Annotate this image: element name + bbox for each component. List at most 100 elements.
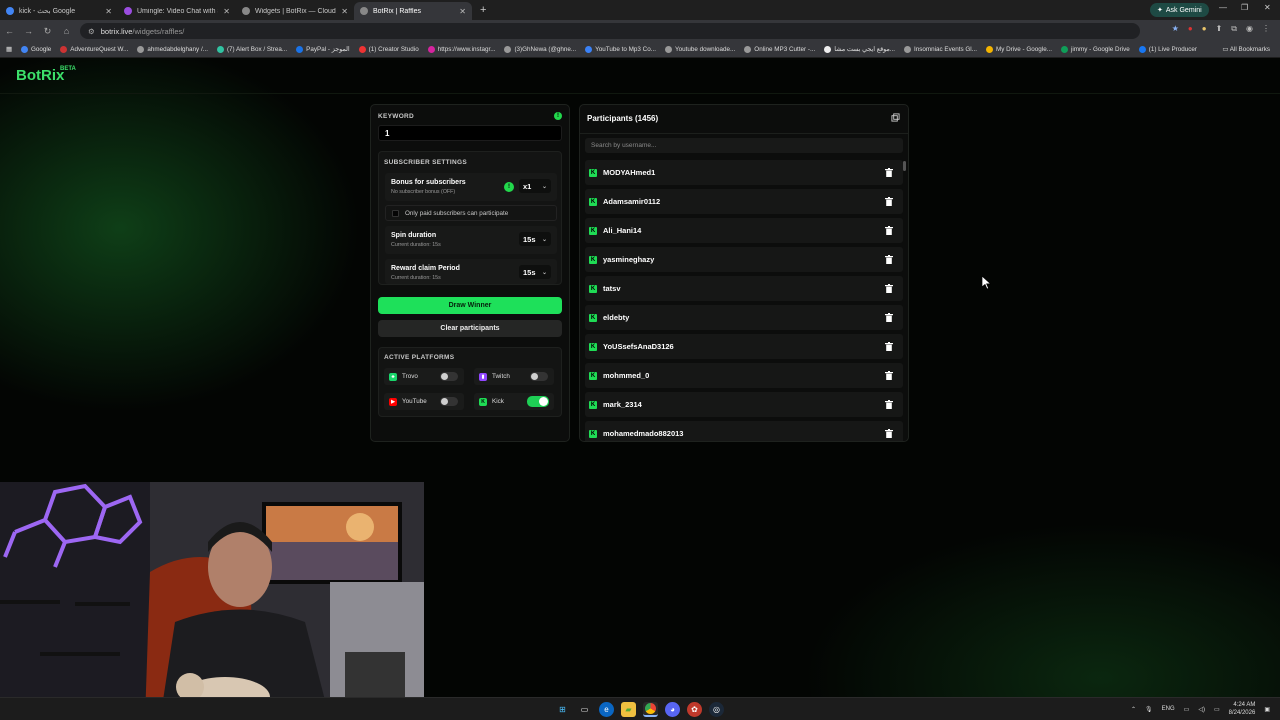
- keyword-input[interactable]: 1: [378, 125, 562, 141]
- youtube-toggle[interactable]: [440, 397, 458, 406]
- copy-icon[interactable]: [891, 113, 900, 122]
- trash-icon[interactable]: [885, 313, 893, 322]
- extension-icon[interactable]: ●: [1188, 24, 1193, 34]
- home-icon[interactable]: ⌂: [57, 26, 76, 36]
- minimize-icon[interactable]: —: [1219, 3, 1227, 12]
- info-icon[interactable]: !: [554, 112, 562, 120]
- active-platforms-label: ACTIVE PLATFORMS: [384, 354, 455, 361]
- bonus-multiplier-select[interactable]: x1 ⌄: [519, 179, 551, 193]
- bookmark-item[interactable]: Youtube downloade...: [664, 46, 735, 53]
- scrollbar-thumb[interactable]: [903, 161, 906, 171]
- bookmark-star-icon[interactable]: ★: [1172, 24, 1179, 34]
- bookmark-item[interactable]: Online MP3 Cutter -...: [744, 46, 815, 53]
- steam-icon[interactable]: ◎: [709, 702, 724, 717]
- browser-tab[interactable]: Widgets | BotRix — Cloud Strea ✕: [236, 2, 354, 20]
- trash-icon[interactable]: [885, 429, 893, 438]
- discord-icon[interactable]: ◕: [665, 702, 680, 717]
- participant-username: yasmineghazy: [603, 255, 655, 264]
- info-icon[interactable]: !: [504, 182, 514, 192]
- extensions-puzzle-icon[interactable]: ⧉: [1231, 24, 1237, 34]
- profile-avatar-icon[interactable]: ◉: [1246, 24, 1253, 34]
- participant-username: mohamedmado882013: [603, 429, 684, 438]
- trash-icon[interactable]: [885, 168, 893, 177]
- bookmark-item[interactable]: (7) Alert Box / Strea...: [216, 46, 287, 53]
- setting-subtitle: No subscriber bonus (OFF): [391, 189, 456, 195]
- bookmark-item[interactable]: YouTube to Mp3 Co...: [585, 46, 656, 53]
- checkbox-box[interactable]: [392, 209, 399, 217]
- battery-icon[interactable]: ▭: [1214, 706, 1220, 713]
- participant-search-input[interactable]: Search by username...: [585, 138, 903, 153]
- task-view-icon[interactable]: ▭: [577, 702, 592, 717]
- bookmark-item[interactable]: موقع ايجي بست مشا...: [824, 46, 895, 53]
- clear-participants-button[interactable]: Clear participants: [378, 320, 562, 337]
- bookmark-item[interactable]: Google: [20, 46, 51, 53]
- bookmark-item[interactable]: (1) Creator Studio: [358, 46, 419, 53]
- trash-icon[interactable]: [885, 400, 893, 409]
- trash-icon[interactable]: [885, 255, 893, 264]
- bookmark-item[interactable]: AdventureQuest W...: [60, 46, 128, 53]
- browser-tab[interactable]: kick - بحث Google ✕: [0, 2, 118, 20]
- bookmark-favicon-icon: [358, 46, 366, 53]
- trash-icon[interactable]: [885, 342, 893, 351]
- botrix-logo[interactable]: BotRix: [16, 67, 64, 84]
- trash-icon[interactable]: [885, 284, 893, 293]
- volume-icon[interactable]: ◁): [1198, 706, 1205, 713]
- ask-gemini-button[interactable]: ✦ Ask Gemini: [1150, 3, 1209, 17]
- close-tab-icon[interactable]: ✕: [341, 7, 348, 16]
- clock[interactable]: 4:24 AM 8/24/2026: [1229, 701, 1256, 717]
- edge-icon[interactable]: e: [599, 702, 614, 717]
- back-icon[interactable]: ←: [0, 26, 19, 36]
- trash-icon[interactable]: [885, 226, 893, 235]
- chevron-up-icon[interactable]: ⌃: [1131, 706, 1136, 713]
- bookmark-item[interactable]: My Drive - Google...: [985, 46, 1052, 53]
- participant-username: Ali_Hani14: [603, 226, 642, 235]
- close-window-icon[interactable]: ✕: [1264, 3, 1271, 12]
- trash-icon[interactable]: [885, 371, 893, 380]
- draw-winner-button[interactable]: Draw Winner: [378, 297, 562, 314]
- close-tab-icon[interactable]: ✕: [105, 7, 112, 16]
- notifications-icon[interactable]: ▣: [1264, 706, 1270, 713]
- maximize-icon[interactable]: ❐: [1241, 3, 1248, 12]
- bookmark-item[interactable]: https://www.instagr...: [427, 46, 495, 53]
- twitch-toggle[interactable]: [530, 372, 548, 381]
- language-indicator[interactable]: ENG: [1162, 706, 1175, 712]
- paid-subscribers-only-checkbox[interactable]: Only paid subscribers can participate: [385, 205, 557, 221]
- close-tab-icon[interactable]: ✕: [223, 7, 230, 16]
- select-value: x1: [523, 181, 532, 191]
- subscriber-settings-label: SUBSCRIBER SETTINGS: [384, 159, 467, 166]
- apps-grid-icon[interactable]: ▦: [6, 46, 12, 53]
- app-icon[interactable]: ✿: [687, 702, 702, 717]
- close-tab-icon[interactable]: ✕: [459, 7, 466, 16]
- platform-label: Twitch: [492, 373, 510, 380]
- new-tab-button[interactable]: +: [472, 4, 494, 16]
- extension-icon[interactable]: ●: [1202, 24, 1207, 34]
- trovo-toggle[interactable]: [440, 372, 458, 381]
- all-bookmarks-button[interactable]: ▭ All Bookmarks: [1222, 46, 1270, 53]
- bookmark-favicon-icon: [504, 46, 512, 53]
- network-icon[interactable]: ▭: [1184, 706, 1190, 713]
- trash-icon[interactable]: [885, 197, 893, 206]
- bookmark-item[interactable]: ahmedabdelghany /...: [137, 46, 208, 53]
- browser-tab[interactable]: Umingle: Video Chat with S... ✕: [118, 2, 236, 20]
- url-bar[interactable]: ⚙ botrix.live/widgets/raffles/: [80, 23, 1140, 39]
- bookmark-item[interactable]: (1) Live Producer: [1138, 46, 1197, 53]
- site-info-icon[interactable]: ⚙: [88, 27, 95, 36]
- bookmark-item[interactable]: jimmy - Google Drive: [1060, 46, 1130, 53]
- more-menu-icon[interactable]: ⋮: [1262, 24, 1270, 34]
- browser-tab-active[interactable]: BotRix | Raffles ✕: [354, 2, 472, 20]
- windows-start-icon[interactable]: ⊞: [555, 702, 570, 717]
- bookmark-item[interactable]: (3)GhNewa (@ghne...: [504, 46, 576, 53]
- participant-list-scrollbar[interactable]: [903, 161, 906, 441]
- kick-toggle[interactable]: [527, 396, 549, 407]
- spin-duration-select[interactable]: 15s ⌄: [519, 232, 551, 246]
- forward-icon[interactable]: →: [19, 26, 38, 36]
- chrome-icon[interactable]: [643, 702, 658, 717]
- bookmark-item[interactable]: Insomniac Events Gl...: [903, 46, 977, 53]
- extension-icon[interactable]: ⬆: [1216, 24, 1223, 34]
- reward-claim-select[interactable]: 15s ⌄: [519, 265, 551, 279]
- microphone-icon[interactable]: 🎙: [1145, 706, 1153, 713]
- reload-icon[interactable]: ↻: [38, 26, 57, 37]
- bookmark-item[interactable]: PayPal - الموجز: [296, 46, 350, 53]
- tab-title: BotRix | Raffles: [373, 7, 421, 15]
- file-explorer-icon[interactable]: ▰: [621, 702, 636, 717]
